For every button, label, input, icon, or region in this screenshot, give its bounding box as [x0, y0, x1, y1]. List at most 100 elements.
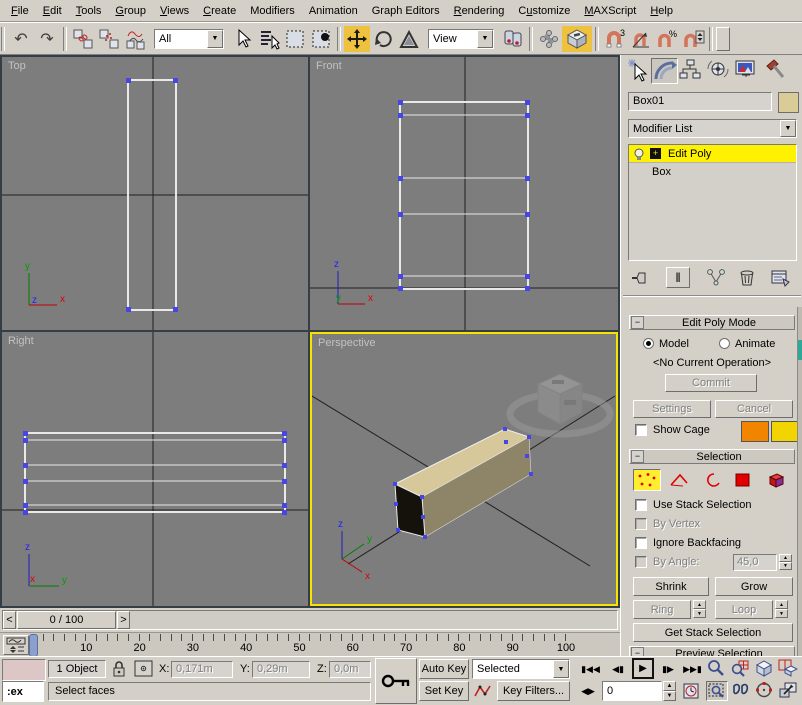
viewport-top[interactable]: y z x Top	[2, 57, 308, 330]
tab-utilities[interactable]	[763, 58, 790, 84]
spinner-down-icon[interactable]: ▼	[779, 562, 792, 570]
cage-color-swatch-orange[interactable]	[741, 421, 769, 442]
dropdown-arrow-icon[interactable]: ▼	[780, 120, 796, 137]
commit-button[interactable]: Commit	[665, 374, 757, 392]
pin-stack-icon[interactable]	[631, 269, 651, 287]
absolute-mode-transform-icon[interactable]	[134, 660, 154, 678]
ring-button[interactable]: Ring	[633, 600, 691, 619]
frame-spinner[interactable]: ▲ ▼	[663, 681, 676, 701]
spinner-down-icon[interactable]: ▼	[693, 609, 706, 618]
key-mode-toggle-button[interactable]: ◀▶	[578, 681, 598, 701]
spinner-up-icon[interactable]: ▲	[663, 681, 676, 691]
expand-subobjects-icon[interactable]: +	[650, 148, 661, 159]
viewport-perspective-label[interactable]: Perspective	[318, 337, 375, 349]
by-angle-field[interactable]: 45,0	[733, 554, 777, 571]
selection-set-dropdown[interactable]: Selected ▼	[472, 659, 570, 679]
maxscript-mini-listener[interactable]: :ex	[2, 681, 44, 702]
tab-display[interactable]	[733, 58, 760, 84]
use-pivot-point-center-icon[interactable]	[500, 26, 526, 52]
loop-button[interactable]: Loop	[715, 600, 773, 619]
percent-snap-toggle-icon[interactable]: %	[654, 26, 680, 52]
menu-file[interactable]: File	[4, 3, 36, 19]
menu-help[interactable]: Help	[643, 3, 680, 19]
subobject-element-button[interactable]	[761, 469, 789, 491]
by-vertex-checkbox[interactable]	[635, 518, 647, 530]
subobject-border-button[interactable]	[697, 469, 725, 491]
select-and-rotate-icon[interactable]	[370, 26, 396, 52]
rollout-header-preview-selection[interactable]: − Preview Selection	[629, 646, 795, 656]
cage-color-swatch-yellow[interactable]	[771, 421, 799, 442]
redo-icon[interactable]: ↷	[34, 26, 60, 52]
pan-view-button[interactable]	[730, 681, 752, 701]
dropdown-arrow-icon[interactable]: ▼	[207, 30, 223, 48]
model-radio[interactable]	[643, 338, 654, 349]
configure-modifier-sets-icon[interactable]	[770, 269, 790, 287]
make-unique-icon[interactable]	[706, 269, 726, 287]
menu-maxscript[interactable]: MAXScript	[577, 3, 643, 19]
zoom-extents-button[interactable]	[754, 659, 776, 679]
partial-toolbar-button[interactable]	[716, 27, 730, 51]
tab-create[interactable]	[625, 58, 652, 84]
menu-create[interactable]: Create	[196, 3, 243, 19]
right-viewport-canvas[interactable]: z x y	[2, 332, 308, 606]
time-slider-next-button[interactable]: >	[117, 611, 130, 629]
menu-rendering[interactable]: Rendering	[447, 3, 512, 19]
x-coordinate-field[interactable]: 0,171m	[171, 661, 233, 678]
auto-key-button[interactable]: Auto Key	[419, 659, 469, 679]
viewport-front[interactable]: z y x Front	[310, 57, 618, 330]
select-and-move-icon[interactable]	[344, 26, 370, 52]
select-and-manipulate-icon[interactable]	[536, 26, 562, 52]
menu-animation[interactable]: Animation	[302, 3, 365, 19]
spinner-up-icon[interactable]: ▲	[779, 554, 792, 562]
zoom-extents-all-button[interactable]	[778, 659, 800, 679]
show-end-result-button[interactable]: ‖	[666, 267, 690, 288]
collapse-icon[interactable]: −	[631, 450, 644, 463]
viewport-right[interactable]: z x y Right	[2, 332, 308, 606]
ring-spinner[interactable]: ▲ ▼	[693, 600, 706, 618]
arc-rotate-button[interactable]	[754, 681, 776, 701]
selection-lock-icon[interactable]	[112, 660, 126, 678]
shrink-button[interactable]: Shrink	[633, 577, 709, 596]
stack-row-edit-poly[interactable]: + Edit Poly	[629, 145, 796, 162]
remove-modifier-trash-icon[interactable]	[738, 269, 756, 287]
get-stack-selection-button[interactable]: Get Stack Selection	[633, 623, 793, 642]
modifier-list-dropdown[interactable]: Modifier List ▼	[628, 119, 797, 138]
menu-customize[interactable]: Customize	[511, 3, 577, 19]
time-slider-prev-button[interactable]: <	[3, 611, 16, 629]
spinner-up-icon[interactable]: ▲	[775, 600, 788, 609]
region-zoom-button[interactable]	[706, 681, 728, 701]
bind-to-spacewarp-icon[interactable]	[122, 26, 148, 52]
set-key-button[interactable]: Set Key	[419, 681, 469, 701]
cancel-button[interactable]: Cancel	[715, 400, 793, 418]
select-and-link-icon[interactable]	[70, 26, 96, 52]
snap-toggle-3d-icon[interactable]: 3	[602, 26, 628, 52]
next-frame-button[interactable]: ▮▶	[657, 659, 679, 679]
zoom-button[interactable]	[706, 659, 728, 679]
top-viewport-canvas[interactable]: y z x	[2, 57, 308, 330]
window-crossing-icon[interactable]	[308, 26, 334, 52]
tab-motion[interactable]	[705, 58, 732, 84]
rectangular-selection-region-icon[interactable]	[282, 26, 308, 52]
perspective-viewport-canvas[interactable]: z y x	[312, 334, 616, 604]
angle-snap-toggle-icon[interactable]	[628, 26, 654, 52]
panel-scrollbar-thumb[interactable]	[798, 340, 802, 360]
menu-group[interactable]: Group	[108, 3, 153, 19]
subobject-edge-button[interactable]	[665, 469, 693, 491]
select-object-icon[interactable]	[230, 26, 256, 52]
zoom-all-button[interactable]	[730, 659, 752, 679]
by-angle-checkbox[interactable]	[635, 556, 647, 568]
select-and-scale-icon[interactable]	[396, 26, 422, 52]
spinner-down-icon[interactable]: ▼	[775, 609, 788, 618]
panel-scrollbar[interactable]	[797, 307, 802, 656]
time-slider-handle[interactable]: 0 / 100	[17, 611, 116, 629]
spinner-down-icon[interactable]: ▼	[663, 691, 676, 701]
previous-frame-button[interactable]: ◀▮	[607, 659, 629, 679]
viewport-right-label[interactable]: Right	[8, 335, 34, 347]
collapse-icon[interactable]: −	[631, 316, 644, 329]
loop-spinner[interactable]: ▲ ▼	[775, 600, 788, 618]
subobject-vertex-button[interactable]	[633, 469, 661, 491]
viewport-front-label[interactable]: Front	[316, 60, 342, 72]
go-to-end-button[interactable]: ▶▶▮	[680, 659, 705, 679]
y-coordinate-field[interactable]: 0,29m	[252, 661, 310, 678]
default-in-out-tangents-button[interactable]	[472, 681, 494, 701]
